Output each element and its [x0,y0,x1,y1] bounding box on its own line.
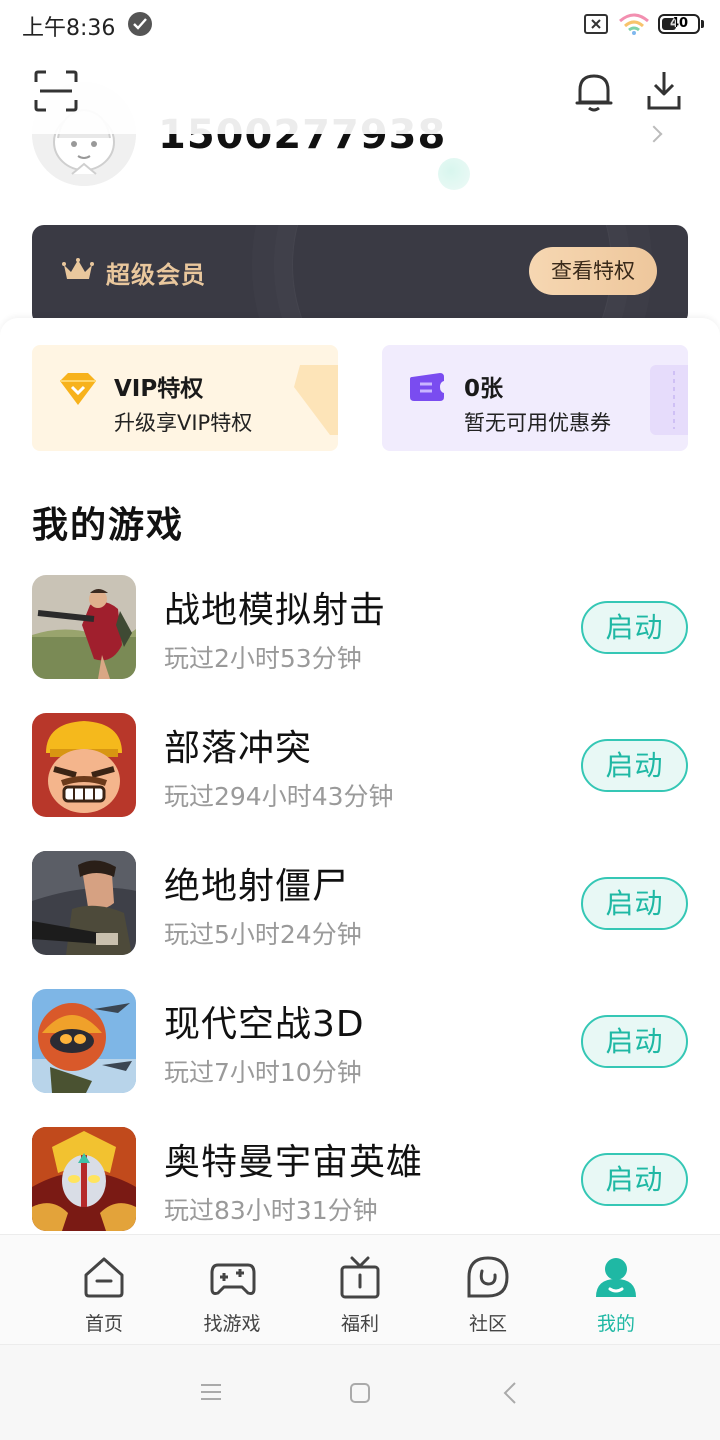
system-navigation-bar [0,1344,720,1440]
download-icon[interactable] [646,70,682,116]
launch-button[interactable]: 启动 [581,601,688,654]
view-privileges-button[interactable]: 查看特权 [529,247,657,295]
my-games-title: 我的游戏 [32,505,185,546]
diamond-icon [58,371,98,411]
game-playtime: 玩过7小时10分钟 [164,1058,362,1087]
game-row[interactable]: 现代空战3D 玩过7小时10分钟 启动 [0,989,720,1093]
game-icon-battlefield[interactable] [32,575,136,679]
vip-privilege-card[interactable]: VIP特权 升级享VIP特权 [32,345,338,451]
coupon-count: 0张 [464,376,504,402]
profile-icon [594,1255,638,1303]
game-playtime: 玩过83小时31分钟 [164,1196,378,1225]
super-member-banner[interactable]: 超级会员 查看特权 [32,225,688,325]
nav-label-find-games: 找游戏 [203,1313,261,1335]
status-time: 上午8:36 [22,16,116,41]
nav-item-find-games[interactable]: 找游戏 [168,1235,296,1345]
bell-icon[interactable] [574,70,614,116]
scan-icon[interactable] [34,70,78,116]
game-icon-clash[interactable] [32,713,136,817]
game-icon-zombie-shooter[interactable] [32,851,136,955]
game-name: 绝地射僵尸 [164,866,350,907]
battery-tip [701,20,704,28]
nav-item-community[interactable]: 社区 [424,1235,552,1345]
home-icon [82,1255,126,1303]
game-row[interactable]: 战地模拟射击 玩过2小时53分钟 启动 [0,575,720,679]
no-sim-icon [584,14,608,34]
launch-button[interactable]: 启动 [581,739,688,792]
game-playtime: 玩过2小时53分钟 [164,644,362,673]
home-square-icon[interactable] [349,1382,371,1408]
decorative-bubble [438,158,470,190]
nav-label-mine: 我的 [596,1313,635,1335]
game-icon-ultraman[interactable] [32,1127,136,1231]
coupon-subtitle: 暂无可用优惠券 [464,411,611,435]
ticket-icon [408,371,448,407]
wifi-icon [618,12,650,40]
nav-label-home: 首页 [84,1313,123,1335]
super-member-title: 超级会员 [106,261,206,289]
launch-button[interactable]: 启动 [581,1153,688,1206]
community-icon [466,1255,510,1303]
game-name: 奥特曼宇宙英雄 [164,1142,424,1183]
nav-label-community: 社区 [468,1313,507,1335]
crown-icon [62,257,94,287]
launch-button[interactable]: 启动 [581,877,688,930]
diamond-decoration-icon [290,365,338,439]
game-playtime: 玩过5小时24分钟 [164,920,362,949]
back-icon[interactable] [502,1381,518,1409]
nav-item-welfare[interactable]: 福利 [296,1235,424,1345]
menu-icon[interactable] [200,1383,222,1405]
vip-privilege-subtitle: 升级享VIP特权 [114,411,253,435]
game-name: 部落冲突 [164,728,313,769]
gamepad-icon [210,1255,256,1303]
game-name: 战地模拟射击 [164,590,387,631]
nav-label-welfare: 福利 [340,1313,379,1335]
game-row[interactable]: 奥特曼宇宙英雄 玩过83小时31分钟 启动 [0,1127,720,1231]
nav-item-mine[interactable]: 我的 [552,1235,680,1345]
launch-button[interactable]: 启动 [581,1015,688,1068]
nav-item-home[interactable]: 首页 [40,1235,168,1345]
game-row[interactable]: 部落冲突 玩过294小时43分钟 启动 [0,713,720,817]
gift-icon [338,1255,382,1303]
game-playtime: 玩过294小时43分钟 [164,782,394,811]
ticket-decoration-icon [644,365,688,439]
game-row[interactable]: 绝地射僵尸 玩过5小时24分钟 启动 [0,851,720,955]
status-bar: 上午8:36 40 [0,0,720,48]
game-icon-air-combat[interactable] [32,989,136,1093]
battery-level-text: 40 [669,16,689,31]
bottom-navigation: 首页 找游戏 福利 社区 我的 [0,1234,720,1344]
battery-indicator: 40 [658,14,700,34]
coupon-card[interactable]: 0张 暂无可用优惠券 [382,345,688,451]
vip-privilege-title: VIP特权 [114,376,204,402]
game-name: 现代空战3D [164,1004,365,1045]
verified-check-icon [128,12,152,36]
